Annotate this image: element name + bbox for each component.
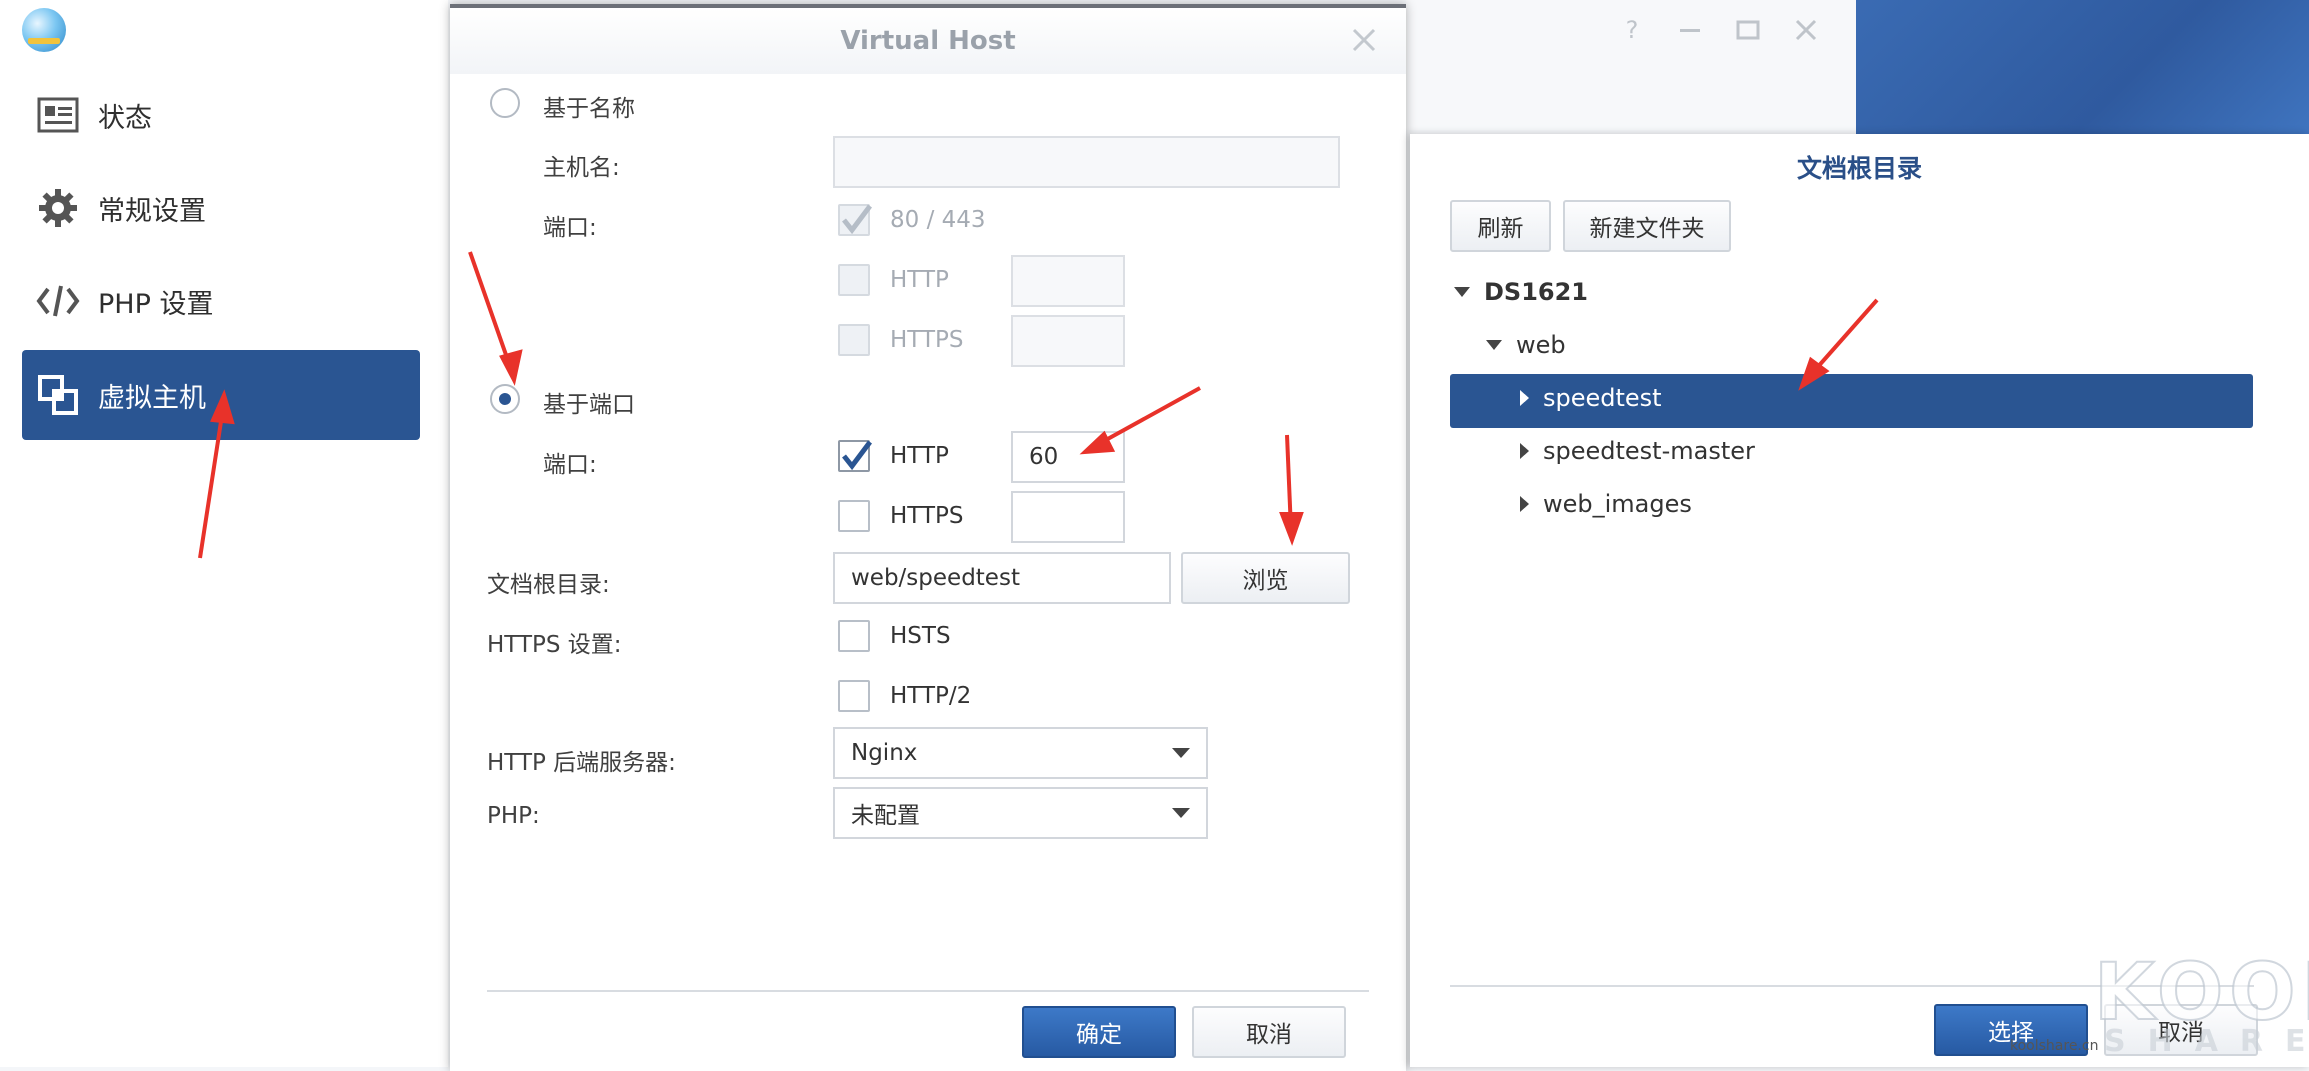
tree-item-ds1621[interactable]: DS1621 [1454, 278, 1588, 306]
by-port-http-port-input[interactable]: 60 [1011, 431, 1125, 483]
sidebar-item-label: 状态 [98, 102, 152, 134]
php-label: PHP: [487, 803, 540, 829]
watermark-sub: SHARE [2104, 1024, 2309, 1059]
refresh-button[interactable]: 刷新 [1450, 200, 1551, 252]
by-port-http-label: HTTP [890, 443, 949, 469]
by-name-http-label: HTTP [890, 267, 949, 293]
by-name-http-port-input[interactable] [1011, 255, 1125, 307]
ok-button[interactable]: 确定 [1022, 1006, 1176, 1058]
backend-label: HTTP 后端服务器: [487, 750, 676, 776]
hostname-input[interactable] [833, 136, 1340, 188]
triangle-right-icon[interactable] [1520, 443, 1529, 459]
new-folder-button[interactable]: 新建文件夹 [1563, 200, 1731, 252]
sidebar-item-label: PHP 设置 [98, 288, 214, 320]
tree-item-label: speedtest [1543, 384, 1662, 412]
triangle-right-icon[interactable] [1520, 496, 1529, 512]
by-name-http-checkbox[interactable] [838, 264, 870, 296]
tree-item-label: web [1516, 331, 1566, 359]
by-port-radio[interactable] [490, 384, 520, 414]
hsts-label: HSTS [890, 623, 951, 649]
tree-item-label: web_images [1543, 490, 1692, 518]
cancel-button[interactable]: 取消 [1192, 1006, 1346, 1058]
by-name-https-port-input[interactable] [1011, 315, 1125, 367]
window-titlebar: ? [1406, 0, 1856, 130]
by-port-label: 基于端口 [543, 392, 635, 418]
tree-item-label: speedtest-master [1543, 437, 1755, 465]
by-name-https-checkbox[interactable] [838, 324, 870, 356]
by-name-https-label: HTTPS [890, 327, 964, 353]
https-settings-label: HTTPS 设置: [487, 632, 622, 658]
watermark-url: koolshare.cn [2010, 1038, 2099, 1054]
triangle-right-icon[interactable] [1520, 390, 1529, 406]
backend-select[interactable]: Nginx [833, 727, 1208, 779]
gear-icon [36, 186, 80, 230]
sidebar-item-label: 常规设置 [98, 195, 206, 227]
by-port-https-label: HTTPS [890, 503, 964, 529]
by-name-radio[interactable] [490, 88, 520, 118]
by-name-port-label: 端口: [543, 215, 597, 241]
sidebar-item-general[interactable]: 常规设置 [22, 163, 420, 253]
by-port-port-label: 端口: [543, 452, 597, 478]
close-icon[interactable] [1790, 14, 1822, 46]
sidebar-item-status[interactable]: 状态 [22, 70, 420, 160]
http2-checkbox[interactable] [838, 680, 870, 712]
close-icon[interactable] [1350, 26, 1378, 54]
dropdown-caret-icon [1172, 748, 1190, 758]
sidebar-item-virtual-host[interactable]: 虚拟主机 [22, 350, 420, 440]
sidebar-item-php[interactable]: PHP 设置 [22, 256, 420, 346]
dialog-divider [487, 990, 1369, 992]
app-sidebar: 状态 常规设置 PHP 设置 虚拟主机 [0, 0, 448, 1067]
docroot-picker: 文档根目录 刷新 新建文件夹 DS1621 web speedtest spee… [1410, 134, 2309, 1067]
tree-item-speedtest-master[interactable]: speedtest-master [1520, 437, 1755, 465]
hostname-label: 主机名: [543, 155, 620, 181]
app-logo [22, 8, 66, 52]
checkmark-icon [842, 204, 872, 235]
help-icon[interactable]: ? [1616, 14, 1648, 46]
tree-item-web[interactable]: web [1486, 331, 1566, 359]
dialog-title: Virtual Host [450, 8, 1406, 74]
dropdown-caret-icon [1172, 808, 1190, 818]
backend-select-value: Nginx [851, 740, 918, 766]
code-icon [36, 279, 80, 323]
php-select[interactable]: 未配置 [833, 787, 1208, 839]
maximize-icon[interactable] [1732, 14, 1764, 46]
default-port-label: 80 / 443 [890, 207, 986, 233]
http2-label: HTTP/2 [890, 683, 972, 709]
by-port-http-checkbox[interactable] [838, 440, 872, 472]
tree-item-speedtest[interactable]: speedtest [1520, 384, 1662, 412]
triangle-down-icon[interactable] [1486, 340, 1502, 350]
php-select-value: 未配置 [851, 803, 920, 829]
checkmark-icon [842, 440, 872, 471]
tree-item-label: DS1621 [1484, 278, 1589, 306]
sidebar-item-label: 虚拟主机 [98, 382, 206, 414]
by-port-https-port-input[interactable] [1011, 491, 1125, 543]
docroot-input[interactable]: web/speedtest [833, 552, 1171, 604]
minimize-icon[interactable] [1674, 14, 1706, 46]
by-name-label: 基于名称 [543, 96, 635, 122]
tree-item-web-images[interactable]: web_images [1520, 490, 1692, 518]
triangle-down-icon[interactable] [1454, 287, 1470, 297]
docroot-label: 文档根目录: [487, 572, 610, 598]
by-port-https-checkbox[interactable] [838, 500, 870, 532]
svg-text:?: ? [1626, 16, 1639, 44]
hsts-checkbox[interactable] [838, 620, 870, 652]
virtual-host-dialog: Virtual Host 基于名称 主机名: 端口: 80 / 443 HTTP… [450, 4, 1406, 1071]
desktop-banner [1856, 0, 2309, 134]
virtual-host-icon [36, 373, 80, 417]
picker-title: 文档根目录 [1796, 154, 1922, 183]
default-port-checkbox[interactable] [838, 204, 872, 236]
status-icon [36, 93, 80, 137]
browse-button[interactable]: 浏览 [1181, 552, 1350, 604]
